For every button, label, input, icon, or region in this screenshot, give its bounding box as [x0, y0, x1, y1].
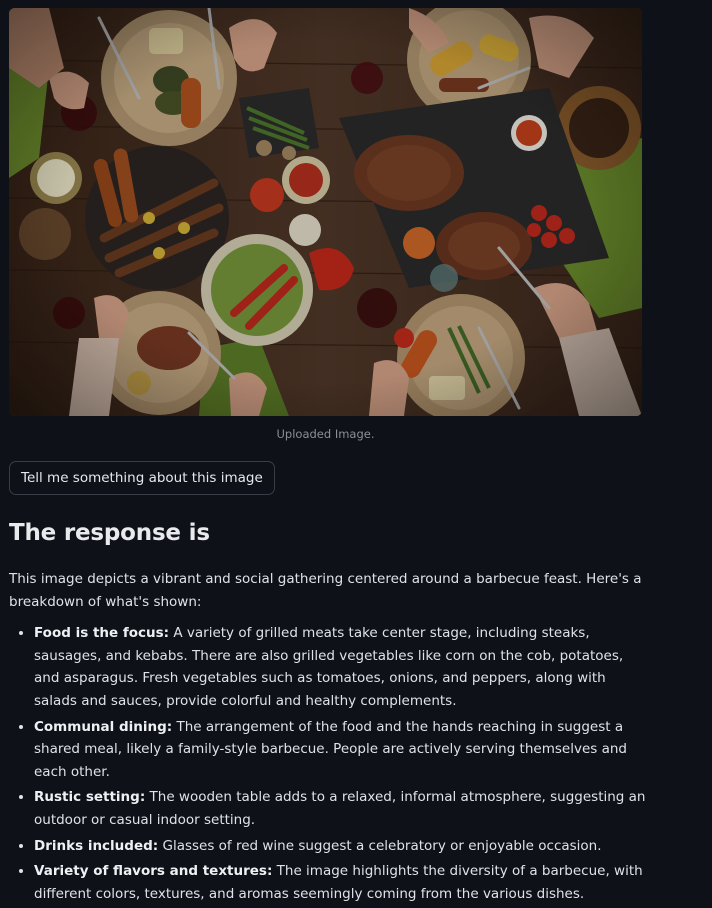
barbecue-photo: [9, 8, 642, 416]
list-item: Food is the focus: A variety of grilled …: [34, 622, 649, 712]
list-item-term: Food is the focus:: [34, 625, 170, 642]
list-item: Drinks included: Glasses of red wine sug…: [34, 835, 649, 858]
list-item-term: Variety of flavors and textures:: [34, 863, 273, 880]
response-body: This image depicts a vibrant and social …: [9, 568, 649, 908]
list-item-term: Communal dining:: [34, 718, 173, 735]
response-heading: The response is: [9, 520, 210, 546]
image-caption: Uploaded Image.: [276, 427, 375, 441]
uploaded-image: [9, 8, 642, 416]
list-item-term: Rustic setting:: [34, 789, 146, 806]
list-item-text: Glasses of red wine suggest a celebrator…: [158, 837, 602, 854]
list-item: Rustic setting: The wooden table adds to…: [34, 786, 649, 831]
prompt-button[interactable]: Tell me something about this image: [9, 461, 275, 495]
list-item: Variety of flavors and textures: The ima…: [34, 860, 649, 905]
response-intro: This image depicts a vibrant and social …: [9, 571, 642, 610]
response-list: Food is the focus: A variety of grilled …: [9, 622, 649, 905]
list-item-term: Drinks included:: [34, 837, 159, 854]
list-item: Communal dining: The arrangement of the …: [34, 716, 649, 784]
